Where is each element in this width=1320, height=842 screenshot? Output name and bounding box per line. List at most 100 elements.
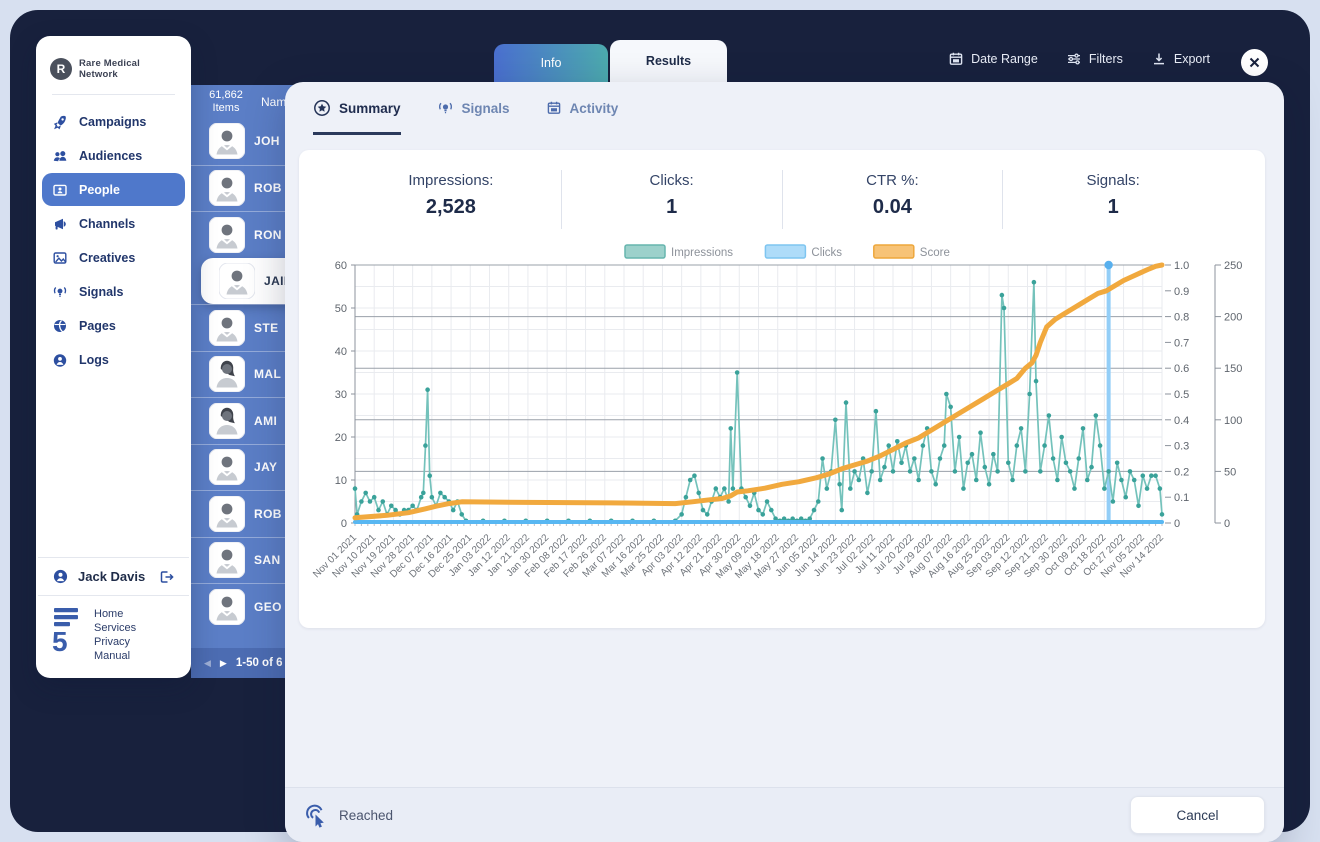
topbar-actions: Date Range Filters Export xyxy=(948,36,1210,82)
tab-label: Signals xyxy=(461,100,510,116)
footer-link-privacy[interactable]: Privacy xyxy=(94,636,136,648)
topbar: Info Results Date Range Filters Export xyxy=(191,36,1284,82)
sidebar-item-campaigns[interactable]: Campaigns xyxy=(42,105,185,138)
svg-text:0.9: 0.9 xyxy=(1174,286,1189,298)
svg-text:0.8: 0.8 xyxy=(1174,312,1189,324)
brand-logo-icon: R xyxy=(50,58,72,80)
tab-summary[interactable]: Summary xyxy=(313,82,401,135)
logout-icon xyxy=(158,569,175,585)
sidebar-item-audiences[interactable]: Audiences xyxy=(42,139,185,172)
svg-text:10: 10 xyxy=(335,475,347,487)
person-name: STE xyxy=(254,320,279,335)
stat-signals: Signals: 1 xyxy=(1002,170,1223,229)
svg-text:40: 40 xyxy=(335,346,347,358)
action-export[interactable]: Export xyxy=(1151,51,1210,67)
user-circle-icon xyxy=(52,568,69,585)
tab-activity[interactable]: Activity xyxy=(546,82,619,135)
logout-button[interactable] xyxy=(158,569,175,585)
svg-text:0.7: 0.7 xyxy=(1174,337,1189,349)
avatar xyxy=(219,262,255,299)
previous-page-icon[interactable]: ◀ xyxy=(204,658,211,668)
action-filters[interactable]: Filters xyxy=(1066,51,1123,67)
sidebar-item-people[interactable]: People xyxy=(42,173,185,206)
pagination-label: 1-50 of 6 xyxy=(235,657,283,669)
download-icon xyxy=(1151,51,1167,67)
svg-text:50: 50 xyxy=(1224,466,1236,478)
action-label: Export xyxy=(1173,52,1210,66)
svg-text:5: 5 xyxy=(52,626,68,654)
person-name: ROB xyxy=(254,181,282,196)
avatar xyxy=(209,542,245,579)
svg-text:0: 0 xyxy=(1224,518,1230,530)
avatar xyxy=(209,123,245,160)
filters-icon xyxy=(1066,51,1082,67)
tab-label: Activity xyxy=(569,100,619,116)
sidebar-item-creatives[interactable]: Creatives xyxy=(42,241,185,274)
footer-link-manual[interactable]: Manual xyxy=(94,650,136,662)
sidebar-item-label: Logs xyxy=(79,352,109,367)
svg-text:150: 150 xyxy=(1224,363,1242,375)
calendar-icon xyxy=(948,51,964,67)
tab-results-label: Results xyxy=(645,54,692,68)
footer-link-home[interactable]: Home xyxy=(94,608,136,620)
star-circle-icon xyxy=(313,99,331,117)
svg-text:60: 60 xyxy=(335,260,347,272)
person-name: ROB xyxy=(254,506,282,521)
sidebar-item-channels[interactable]: Channels xyxy=(42,207,185,240)
user-name: Jack Davis xyxy=(78,569,146,584)
sidebar-menu: Campaigns Audiences People Channels Creative… xyxy=(36,105,191,376)
person-name: RON xyxy=(254,227,282,242)
stat-impressions: Impressions: 2,528 xyxy=(341,170,561,229)
legend-item-score[interactable]: Score xyxy=(873,244,950,259)
sidebar-item-signals[interactable]: Signals xyxy=(42,275,185,308)
stat-label: CTR %: xyxy=(866,172,919,189)
tab-signals[interactable]: Signals xyxy=(437,82,510,135)
stat-value: 2,528 xyxy=(425,196,476,218)
sidebar-item-label: Channels xyxy=(79,216,136,231)
svg-text:0.4: 0.4 xyxy=(1174,415,1189,427)
sidebar-item-logs[interactable]: Logs xyxy=(42,343,185,376)
rocket-icon xyxy=(52,114,68,130)
sidebar-item-label: Creatives xyxy=(79,250,136,265)
user-circle-icon xyxy=(52,352,68,368)
footer-brand-block: 5 Home Services Privacy Manual xyxy=(38,595,189,664)
sidebar-item-pages[interactable]: Pages xyxy=(42,309,185,342)
items-count-label: Items xyxy=(212,101,240,114)
cursor-click-icon xyxy=(303,802,329,828)
person-name: AMI xyxy=(254,413,278,428)
megaphone-icon xyxy=(52,216,68,232)
close-button[interactable] xyxy=(1241,49,1268,76)
stat-clicks: Clicks: 1 xyxy=(560,170,782,229)
close-icon xyxy=(1249,57,1260,68)
tab-info[interactable]: Info xyxy=(494,44,608,82)
svg-text:30: 30 xyxy=(335,389,347,401)
cancel-button[interactable]: Cancel xyxy=(1130,796,1265,834)
person-name: JOH xyxy=(254,134,280,149)
stat-label: Impressions: xyxy=(408,172,494,189)
legend-item-clicks[interactable]: Clicks xyxy=(764,244,842,259)
footer-link-services[interactable]: Services xyxy=(94,622,136,634)
tab-results[interactable]: Results xyxy=(610,40,727,82)
action-label: Filters xyxy=(1088,52,1123,66)
svg-text:50: 50 xyxy=(335,303,347,315)
avatar xyxy=(209,309,245,346)
sidebar-item-label: Pages xyxy=(79,318,116,333)
action-label: Date Range xyxy=(971,52,1038,66)
sidebar-item-label: Audiences xyxy=(79,148,143,163)
svg-text:0: 0 xyxy=(1174,518,1180,530)
stat-value: 1 xyxy=(666,196,678,218)
svg-text:250: 250 xyxy=(1224,260,1242,272)
avatar xyxy=(209,356,245,393)
action-date-range[interactable]: Date Range xyxy=(948,51,1038,67)
legend-item-impressions[interactable]: Impressions xyxy=(624,244,733,259)
calendar-icon xyxy=(546,100,562,116)
results-modal: Summary Signals Activity Impressions: 2,528… xyxy=(285,82,1284,842)
next-page-icon[interactable]: ▶ xyxy=(220,658,227,668)
reached-label: Reached xyxy=(339,807,394,823)
svg-text:0.3: 0.3 xyxy=(1174,441,1189,453)
screen: Info Results Date Range Filters Export 61,… xyxy=(0,0,1320,842)
items-count: 61,862 Items xyxy=(203,89,249,115)
svg-text:Clicks: Clicks xyxy=(811,247,842,259)
avatar xyxy=(209,449,245,486)
svg-text:0: 0 xyxy=(341,518,347,530)
